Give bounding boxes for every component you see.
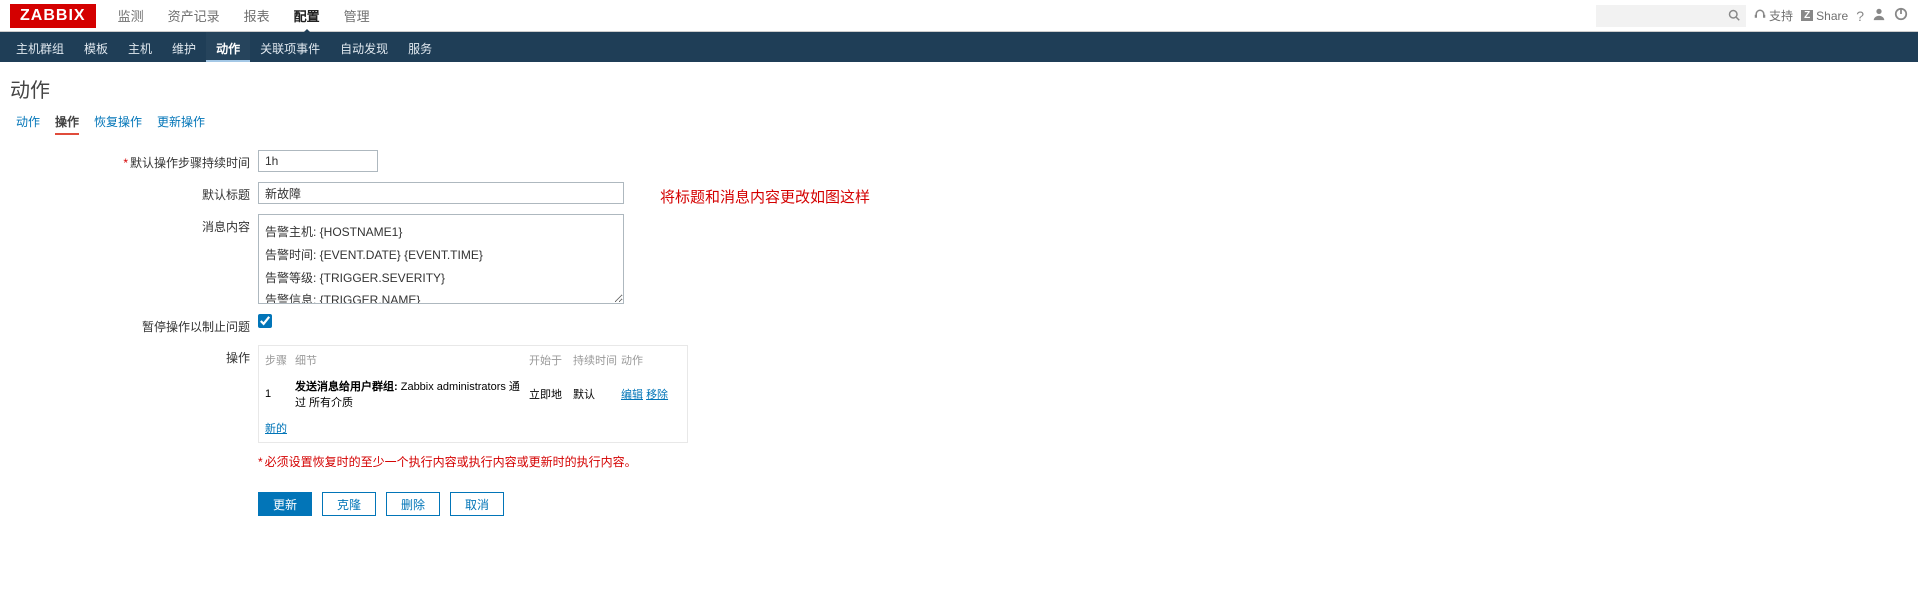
subnav-maintenance[interactable]: 维护 [162, 32, 206, 62]
logout-icon[interactable] [1894, 7, 1908, 24]
title-label: 默认标题 [20, 182, 258, 203]
cancel-button[interactable]: 取消 [450, 492, 504, 516]
tab-operations[interactable]: 操作 [55, 113, 79, 135]
ops-new-link[interactable]: 新的 [265, 423, 287, 435]
update-button[interactable]: 更新 [258, 492, 312, 516]
subnav-correlation[interactable]: 关联项事件 [250, 32, 330, 62]
search-input[interactable] [1596, 5, 1746, 27]
subnav-hosts[interactable]: 主机 [118, 32, 162, 62]
support-link[interactable]: 支持 [1754, 7, 1793, 24]
topnav-inventory[interactable]: 资产记录 [156, 0, 232, 33]
ops-start: 立即地 [529, 386, 573, 402]
clone-button[interactable]: 克隆 [322, 492, 376, 516]
ops-remove-link[interactable]: 移除 [646, 389, 668, 401]
logo: ZABBIX [10, 4, 96, 28]
subnav-discovery[interactable]: 自动发现 [330, 32, 398, 62]
share-label: Share [1816, 9, 1848, 23]
ops-step-num: 1 [265, 388, 295, 400]
share-link[interactable]: Z Share [1801, 9, 1848, 23]
page-title: 动作 [10, 74, 1908, 103]
subnav-actions[interactable]: 动作 [206, 32, 250, 62]
share-badge: Z [1801, 10, 1813, 21]
delete-button[interactable]: 删除 [386, 492, 440, 516]
page-tabs: 动作 操作 恢复操作 更新操作 [10, 113, 1908, 135]
message-textarea[interactable] [258, 214, 624, 304]
sub-nav: 主机群组 模板 主机 维护 动作 关联项事件 自动发现 服务 [0, 32, 1918, 62]
table-row: 1 发送消息给用户群组: Zabbix administrators 通过 所有… [259, 374, 687, 414]
ops-edit-link[interactable]: 编辑 [621, 389, 643, 401]
subnav-templates[interactable]: 模板 [74, 32, 118, 62]
ops-duration: 默认 [573, 386, 621, 402]
ops-head-detail: 细节 [295, 352, 529, 368]
user-icon[interactable] [1872, 7, 1886, 24]
ops-detail: 发送消息给用户群组: Zabbix administrators 通过 所有介质 [295, 378, 529, 410]
required-note: *必须设置恢复时的至少一个执行内容或执行内容或更新时的执行内容。 [258, 453, 637, 470]
tab-action[interactable]: 动作 [16, 113, 40, 135]
tab-update[interactable]: 更新操作 [157, 113, 205, 135]
top-nav: 监测 资产记录 报表 配置 管理 [106, 0, 382, 33]
pause-label: 暂停操作以制止问题 [20, 314, 258, 335]
message-label: 消息内容 [20, 214, 258, 235]
duration-label: *默认操作步骤持续时间 [20, 150, 258, 171]
topnav-admin[interactable]: 管理 [332, 0, 382, 33]
topnav-config[interactable]: 配置 [282, 0, 332, 33]
annotation-text: 将标题和消息内容更改如图这样 [660, 186, 870, 207]
ops-head-duration: 持续时间 [573, 352, 621, 368]
headset-icon [1754, 8, 1766, 23]
duration-input[interactable] [258, 150, 378, 172]
ops-head-start: 开始于 [529, 352, 573, 368]
ops-head-action: 动作 [621, 352, 681, 368]
topnav-reports[interactable]: 报表 [232, 0, 282, 33]
search-icon[interactable] [1728, 9, 1740, 24]
subnav-services[interactable]: 服务 [398, 32, 442, 62]
support-label: 支持 [1769, 7, 1793, 24]
operations-label: 操作 [20, 345, 258, 366]
tab-recovery[interactable]: 恢复操作 [94, 113, 142, 135]
operations-table: 步骤 细节 开始于 持续时间 动作 1 发送消息给用户群组: Zabbix ad… [258, 345, 688, 443]
help-icon[interactable]: ? [1856, 8, 1864, 24]
subnav-hostgroups[interactable]: 主机群组 [6, 32, 74, 62]
title-input[interactable] [258, 182, 624, 204]
ops-head-step: 步骤 [265, 352, 295, 368]
pause-checkbox[interactable] [258, 314, 272, 328]
topnav-monitor[interactable]: 监测 [106, 0, 156, 33]
